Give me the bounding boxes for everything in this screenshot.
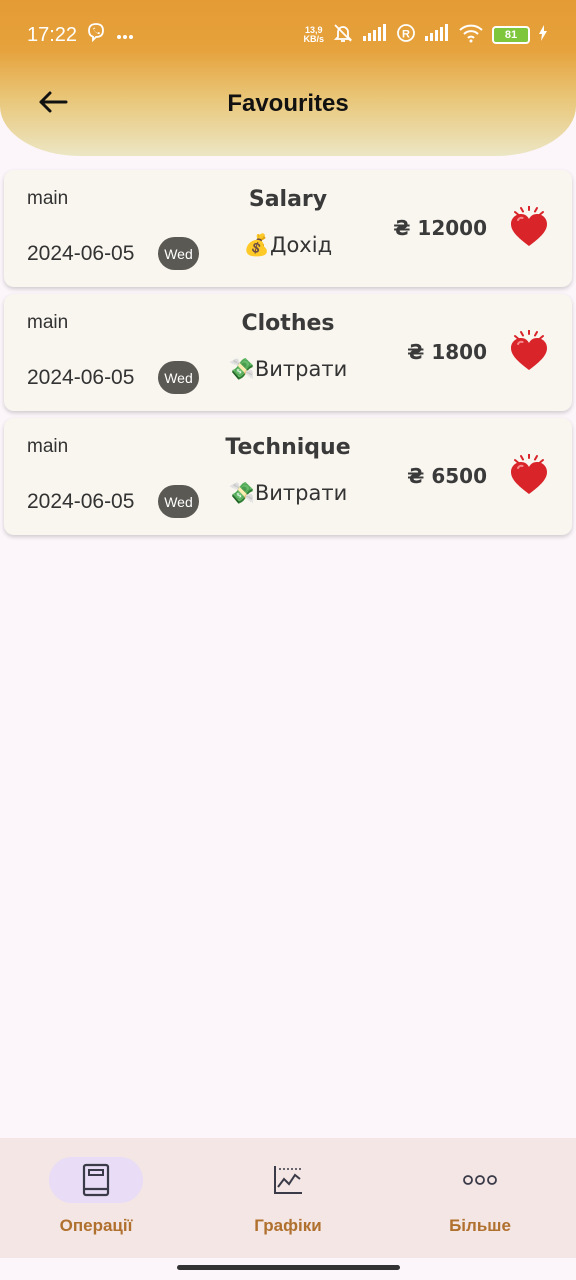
transaction-type: 💸Витрати bbox=[228, 481, 348, 505]
bell-muted-icon bbox=[332, 22, 354, 48]
status-left-icons bbox=[86, 22, 134, 46]
status-time: 17:22 bbox=[27, 24, 78, 46]
more-icon bbox=[463, 1175, 497, 1185]
date-label: 2024-06-05 bbox=[27, 490, 135, 513]
more-dots-icon bbox=[116, 25, 134, 44]
account-label: main bbox=[27, 312, 69, 333]
nav-item-operations[interactable]: Операції bbox=[0, 1138, 192, 1258]
heart-icon[interactable] bbox=[509, 453, 549, 498]
amount-label: ₴ 6500 bbox=[407, 464, 487, 488]
wifi-icon bbox=[458, 23, 484, 47]
amount-label: ₴ 12000 bbox=[393, 216, 487, 240]
net-speed: 13,9 KB/s bbox=[303, 26, 324, 44]
bottom-navigation: Операції Графіки Більше bbox=[0, 1138, 576, 1258]
favourite-card[interactable]: main 2024-06-05 Wed Salary 💰Дохід ₴ 12000 bbox=[4, 170, 572, 287]
account-label: main bbox=[27, 436, 69, 457]
account-label: main bbox=[27, 188, 69, 209]
svg-text:R: R bbox=[402, 29, 410, 41]
category-name: Technique bbox=[225, 435, 351, 460]
book-icon bbox=[82, 1163, 110, 1197]
transaction-type: 💸Витрати bbox=[228, 357, 348, 381]
nav-item-more[interactable]: Більше bbox=[384, 1138, 576, 1258]
amount-label: ₴ 1800 bbox=[407, 340, 487, 364]
page-title: Favourites bbox=[227, 90, 349, 117]
nav-label-operations: Операції bbox=[59, 1216, 133, 1235]
nav-icon-container bbox=[433, 1157, 527, 1203]
transaction-type: 💰Дохід bbox=[243, 233, 333, 257]
favourite-card[interactable]: main 2024-06-05 Wed Clothes 💸Витрати ₴ 1800 bbox=[4, 294, 572, 411]
date-label: 2024-06-05 bbox=[27, 242, 135, 265]
signal-2-icon bbox=[424, 24, 450, 46]
nav-label-more: Більше bbox=[449, 1216, 511, 1235]
heart-icon[interactable] bbox=[509, 205, 549, 250]
roaming-icon: R bbox=[396, 23, 416, 47]
viber-icon bbox=[86, 22, 106, 46]
heart-icon[interactable] bbox=[509, 329, 549, 374]
nav-icon-container bbox=[241, 1157, 335, 1203]
home-indicator[interactable] bbox=[177, 1265, 400, 1270]
chart-icon bbox=[274, 1166, 302, 1194]
signal-icon bbox=[362, 24, 388, 46]
category-name: Salary bbox=[248, 187, 328, 212]
category-name: Clothes bbox=[241, 311, 335, 336]
date-label: 2024-06-05 bbox=[27, 366, 135, 389]
nav-label-charts: Графіки bbox=[254, 1216, 322, 1235]
battery-indicator: 81 bbox=[492, 26, 530, 44]
app-header: 17:22 13,9 KB/s R 81 Favourites bbox=[0, 0, 576, 156]
charging-icon bbox=[538, 25, 548, 45]
status-bar: 17:22 13,9 KB/s R 81 bbox=[0, 0, 576, 70]
nav-active-indicator bbox=[49, 1157, 143, 1203]
net-speed-unit: KB/s bbox=[303, 34, 324, 44]
status-right-icons: 13,9 KB/s R 81 bbox=[303, 22, 548, 48]
favourite-card[interactable]: main 2024-06-05 Wed Technique 💸Витрати ₴ 6500 bbox=[4, 418, 572, 535]
nav-item-charts[interactable]: Графіки bbox=[192, 1138, 384, 1258]
